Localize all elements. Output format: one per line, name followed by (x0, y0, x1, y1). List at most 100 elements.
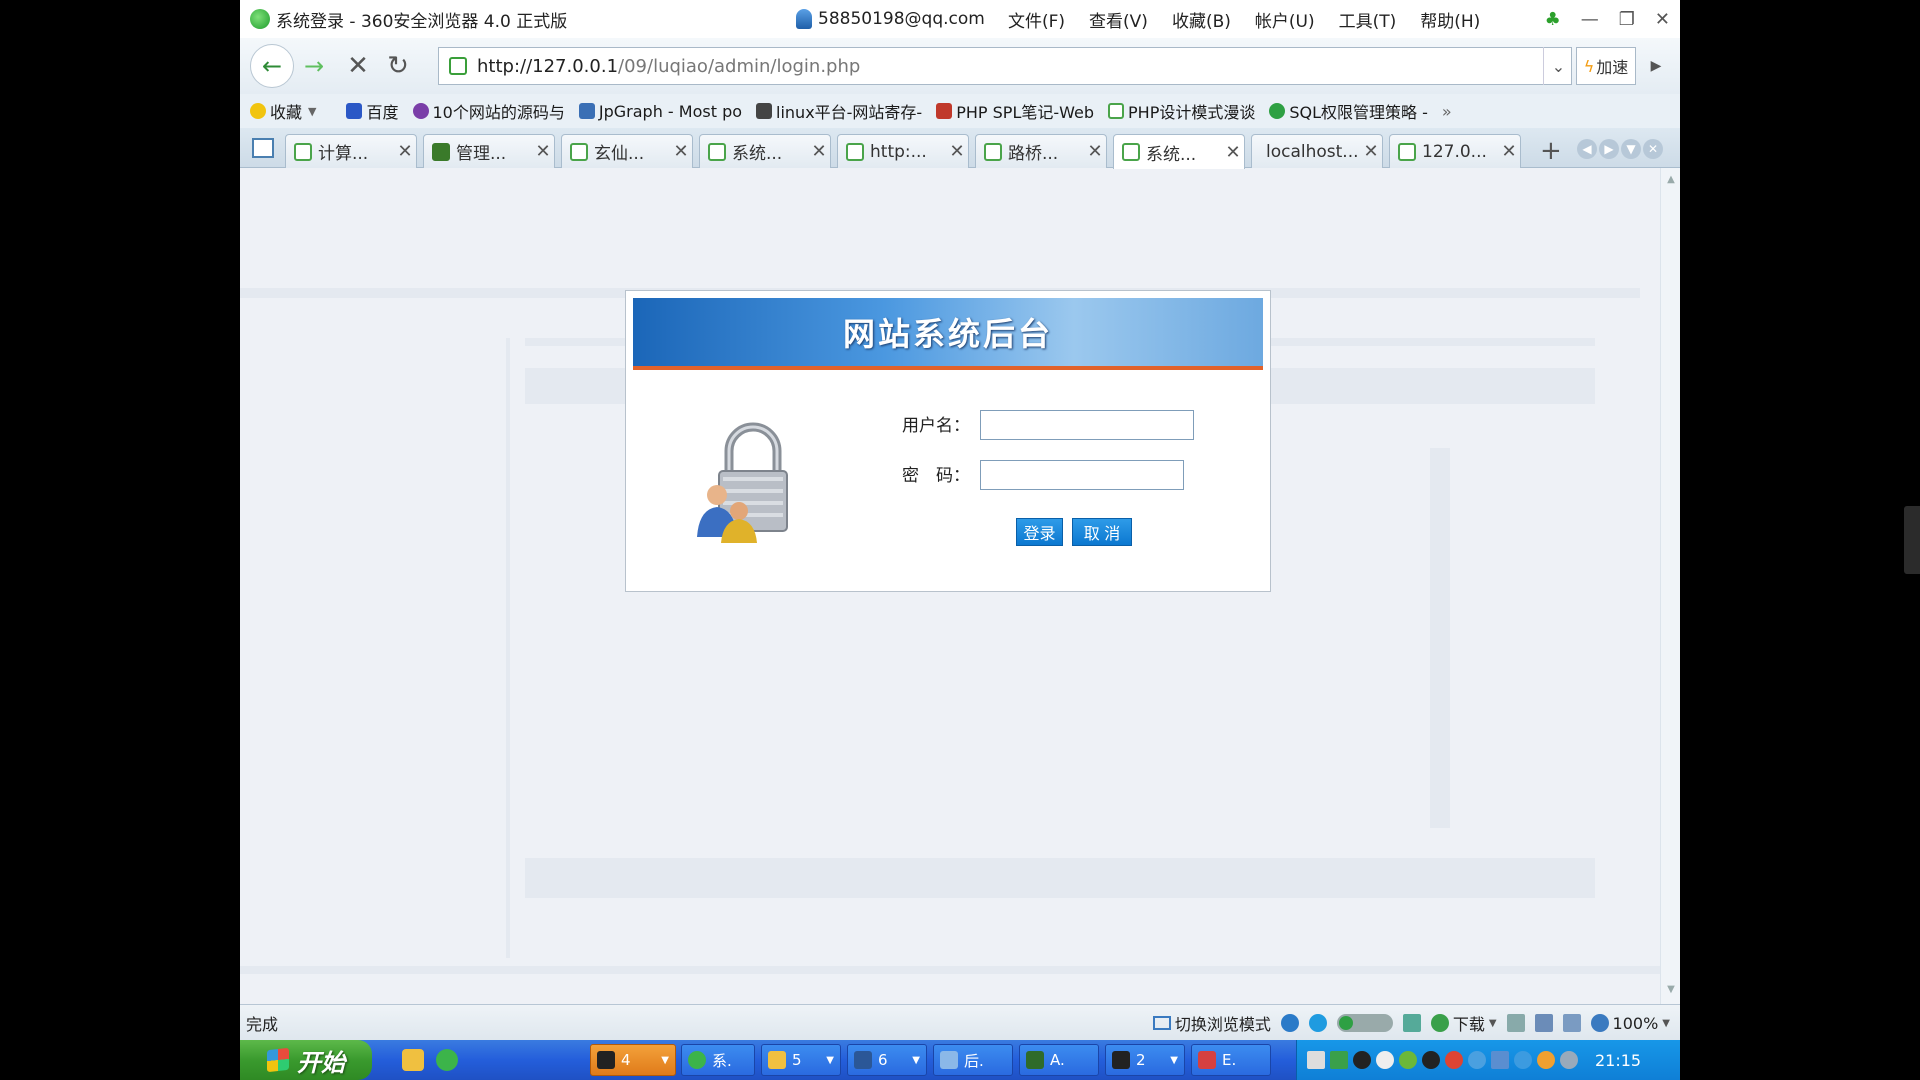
security-icon[interactable] (1399, 1051, 1417, 1069)
tab-2[interactable]: 管理... ✕ (423, 134, 555, 168)
bookmark-label: PHP SPL笔记-Web (956, 103, 1095, 122)
speaker-icon[interactable] (1562, 1014, 1581, 1032)
address-bar[interactable]: http://127.0.0.1/09/luqiao/admin/login.p… (438, 47, 1572, 85)
menu-tools[interactable]: 工具(T) (1327, 7, 1409, 32)
close-icon[interactable]: ✕ (1222, 142, 1244, 163)
taskbar-item-browser[interactable]: 系. (681, 1044, 755, 1076)
nav-more-button[interactable]: ▶ (1642, 47, 1670, 85)
taskbar-item-word[interactable]: 6 ▼ (847, 1044, 927, 1076)
new-tab-button[interactable]: + (1540, 136, 1562, 166)
address-dropdown-button[interactable]: ⌄ (1543, 47, 1573, 85)
taskbar-item-qq-chats[interactable]: 2 ▼ (1105, 1044, 1185, 1076)
bookmark-jpgraph[interactable]: JpGraph - Most po (578, 102, 742, 121)
menu-file[interactable]: 文件(F) (996, 7, 1077, 32)
tab-3[interactable]: 玄仙... ✕ (561, 134, 693, 168)
mode-toggle[interactable] (1336, 1014, 1393, 1032)
bookmark-source-code[interactable]: 10个网站的源码与 (412, 99, 565, 123)
menu-favorites[interactable]: 收藏(B) (1160, 7, 1243, 32)
qq-red-icon[interactable] (1445, 1051, 1463, 1069)
download-button[interactable]: 下载 ▼ (1430, 1011, 1497, 1035)
screenshot-icon[interactable] (1534, 1014, 1553, 1032)
menu-account[interactable]: 帐户(U) (1243, 7, 1327, 32)
notes-icon[interactable] (1506, 1014, 1525, 1032)
password-input[interactable] (980, 460, 1184, 490)
bookmarks-more-button[interactable]: » (1442, 102, 1452, 121)
folder-icon[interactable] (402, 1049, 424, 1071)
menu-view[interactable]: 查看(V) (1077, 7, 1160, 32)
grid-icon[interactable] (1402, 1014, 1421, 1032)
taskbar-item-qq-group[interactable]: 4 ▼ (590, 1044, 676, 1076)
bookmark-baidu[interactable]: 百度 (346, 99, 399, 123)
tab-menu-icon[interactable]: ▼ (1621, 139, 1641, 159)
cancel-button[interactable]: 取 消 (1072, 518, 1132, 546)
qq-icon[interactable] (1422, 1051, 1440, 1069)
close-icon[interactable]: ✕ (1084, 141, 1106, 162)
tab-scroll-left-icon[interactable]: ◀ (1577, 139, 1597, 159)
login-button[interactable]: 登录 (1016, 518, 1063, 546)
restore-icon[interactable]: ❐ (1619, 9, 1635, 30)
close-icon[interactable]: ✕ (946, 141, 968, 162)
skin-icon[interactable]: ♣ (1545, 9, 1561, 30)
close-icon[interactable]: ✕ (1360, 141, 1382, 162)
close-all-tabs-icon[interactable]: ✕ (1643, 139, 1663, 159)
bookmark-linux[interactable]: linux平台-网站寄存- (756, 99, 922, 123)
back-button[interactable]: ← (250, 44, 294, 88)
bookmark-php-spl[interactable]: PHP SPL笔记-Web (936, 99, 1094, 123)
close-icon[interactable]: ✕ (670, 141, 692, 162)
shield-icon[interactable] (1537, 1051, 1555, 1069)
account-area[interactable]: 58850198@qq.com (796, 9, 996, 29)
menu-help[interactable]: 帮助(H) (1408, 7, 1492, 32)
globe-icon[interactable] (1308, 1014, 1327, 1032)
taskbar-item-editor[interactable]: E. (1191, 1044, 1271, 1076)
display-icon[interactable] (1491, 1051, 1509, 1069)
page-icon (984, 142, 1002, 161)
tab-9[interactable]: 127.0... ✕ (1389, 134, 1521, 168)
tab-5[interactable]: http:... ✕ (837, 134, 969, 168)
close-icon[interactable]: ✕ (532, 141, 554, 162)
cloud-icon[interactable] (1376, 1051, 1394, 1069)
close-icon[interactable]: ✕ (1498, 141, 1520, 162)
minimize-icon[interactable]: — (1581, 9, 1599, 30)
bookmark-label: 百度 (366, 103, 399, 122)
vertical-scrollbar[interactable]: ▲ ▼ (1660, 168, 1680, 1004)
qq-icon[interactable] (1353, 1051, 1371, 1069)
switch-mode-button[interactable]: 切换浏览模式 (1152, 1011, 1271, 1035)
close-icon[interactable]: ✕ (394, 141, 416, 162)
scroll-up-icon[interactable]: ▲ (1664, 174, 1678, 188)
network-icon[interactable] (1330, 1051, 1348, 1069)
favorites-menu[interactable]: 收藏 ▼ (250, 99, 316, 123)
browser-quicklaunch-icon[interactable] (436, 1049, 458, 1071)
taskbar-item-dreamweaver[interactable]: A. (1019, 1044, 1099, 1076)
start-button[interactable]: 开始 (240, 1040, 372, 1080)
scroll-down-icon[interactable]: ▼ (1664, 984, 1678, 998)
tab-7-active[interactable]: 系统... ✕ (1113, 134, 1245, 169)
account-email[interactable]: 58850198@qq.com (818, 9, 985, 29)
ie-icon[interactable] (1280, 1014, 1299, 1032)
lock-users-icon (697, 422, 788, 543)
stop-button[interactable]: ✕ (338, 46, 378, 86)
forward-button[interactable]: → (294, 46, 334, 86)
tab-1[interactable]: 计算... ✕ (285, 134, 417, 168)
refresh-icon[interactable] (1514, 1051, 1532, 1069)
tab-4[interactable]: 系统... ✕ (699, 134, 831, 168)
bookmark-php-patterns[interactable]: PHP设计模式漫谈 (1108, 99, 1255, 123)
user-icon (796, 9, 812, 29)
globe-icon[interactable] (1468, 1051, 1486, 1069)
taskbar-item-backend[interactable]: 后. (933, 1044, 1013, 1076)
tab-scroll-right-icon[interactable]: ▶ (1599, 139, 1619, 159)
tab-list-icon[interactable] (252, 138, 274, 158)
taskbar-item-folders[interactable]: 5 ▼ (761, 1044, 841, 1076)
zoom-control[interactable]: 100% ▼ (1590, 1014, 1670, 1033)
close-window-icon[interactable]: ✕ (1655, 9, 1670, 30)
tab-6[interactable]: 路桥... ✕ (975, 134, 1107, 168)
speedup-button[interactable]: ϟ 加速 (1576, 47, 1636, 85)
reload-button[interactable]: ↻ (378, 46, 418, 86)
bookmark-sql[interactable]: SQL权限管理策略 - (1269, 99, 1428, 123)
speaker-icon[interactable] (1560, 1051, 1578, 1069)
tab-8[interactable]: localhost... ✕ (1251, 134, 1383, 168)
keyboard-icon[interactable] (1307, 1051, 1325, 1069)
username-input[interactable] (980, 410, 1194, 440)
close-icon[interactable]: ✕ (808, 141, 830, 162)
status-bar: 完成 切换浏览模式 下载 ▼ 100% ▼ (240, 1004, 1680, 1040)
edge-handle[interactable] (1904, 506, 1920, 574)
